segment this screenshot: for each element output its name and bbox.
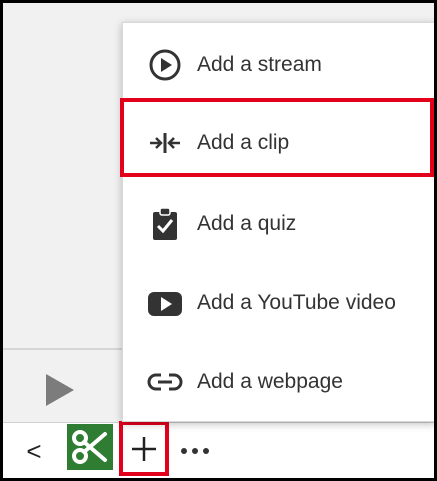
clipboard-check-icon	[147, 206, 183, 242]
more-icon[interactable]	[181, 446, 211, 456]
menu-item-add-webpage[interactable]: Add a webpage	[123, 343, 435, 421]
clip-insert-icon	[147, 125, 183, 161]
menu-item-label: Add a quiz	[197, 212, 297, 235]
menu-item-add-quiz[interactable]: Add a quiz	[123, 185, 435, 263]
plus-icon[interactable]	[119, 421, 169, 476]
chevron-left-icon[interactable]: <	[22, 434, 46, 468]
menu-item-add-stream[interactable]: Add a stream	[123, 26, 435, 104]
menu-item-add-clip[interactable]: Add a clip	[123, 104, 435, 182]
youtube-icon	[147, 285, 183, 321]
menu-item-label: Add a clip	[197, 131, 290, 154]
play-icon[interactable]	[46, 374, 74, 406]
scissors-icon[interactable]	[67, 424, 113, 470]
play-circle-icon	[147, 47, 183, 83]
menu-item-add-youtube[interactable]: Add a YouTube video	[123, 264, 435, 342]
menu-item-label: Add a YouTube video	[197, 291, 396, 314]
menu-item-label: Add a webpage	[197, 370, 343, 393]
link-icon	[147, 364, 183, 400]
menu-item-label: Add a stream	[197, 53, 322, 76]
add-menu: Add a stream Add a clip Add a quiz Add a…	[122, 22, 436, 422]
